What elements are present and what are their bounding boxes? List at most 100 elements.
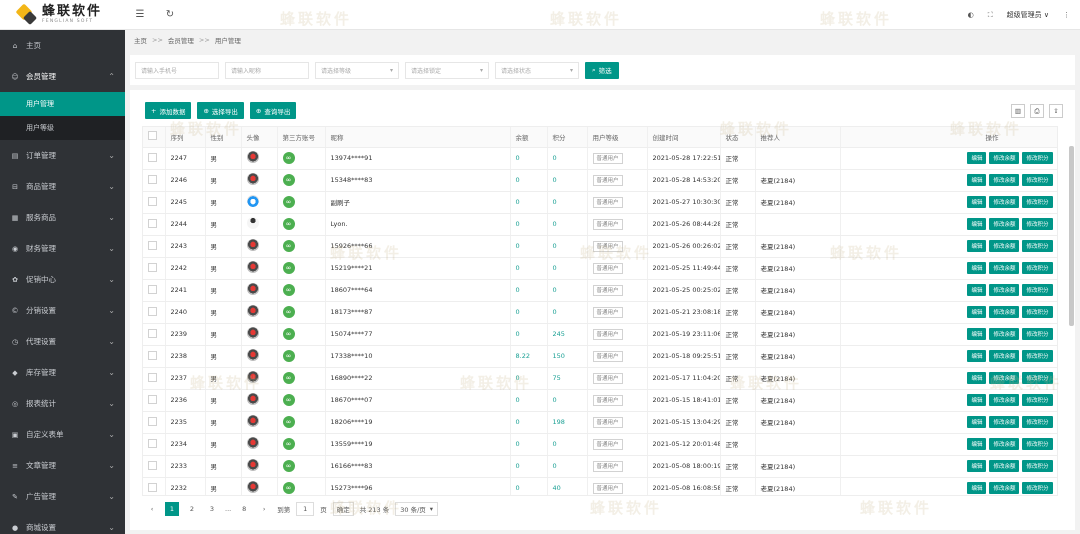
logo[interactable]: 蜂联软件 FENGLIAN SOFT (0, 0, 125, 30)
sidebar-item-8[interactable]: ◷ 代理设置 ⌄ (0, 326, 125, 357)
sidebar-item-7[interactable]: © 分销设置 ⌄ (0, 295, 125, 326)
edit-points-button[interactable]: 修改积分 (1022, 394, 1053, 406)
edit-points-button[interactable]: 修改积分 (1022, 438, 1053, 450)
link-icon[interactable]: ∞ (282, 394, 295, 406)
sidebar-item-12[interactable]: ≡ 文章管理 ⌄ (0, 450, 125, 481)
edit-balance-button[interactable]: 修改余额 (989, 372, 1020, 384)
edit-button[interactable]: 编辑 (967, 196, 987, 208)
edit-points-button[interactable]: 修改积分 (1022, 196, 1053, 208)
sidebar-item-5[interactable]: ◉ 财务管理 ⌄ (0, 233, 125, 264)
row-checkbox[interactable] (148, 218, 157, 228)
link-icon[interactable]: ∞ (282, 196, 295, 208)
sidebar-item-2[interactable]: ▤ 订单管理 ⌄ (0, 140, 125, 171)
page-3[interactable]: 3 (205, 502, 219, 516)
header-cell[interactable]: 第三方账号 (277, 127, 326, 148)
edit-points-button[interactable]: 修改积分 (1022, 372, 1053, 384)
link-icon[interactable]: ∞ (282, 218, 295, 230)
table-scrollbar[interactable] (1069, 146, 1074, 326)
row-checkbox[interactable] (148, 438, 157, 448)
link-icon[interactable]: ∞ (282, 284, 295, 296)
edit-balance-button[interactable]: 修改余额 (989, 460, 1020, 472)
page-last[interactable]: 8 (237, 502, 251, 516)
edit-balance-button[interactable]: 修改余额 (989, 152, 1020, 164)
row-checkbox[interactable] (148, 174, 157, 184)
link-icon[interactable]: ∞ (282, 328, 295, 340)
edit-button[interactable]: 编辑 (967, 438, 987, 450)
edit-button[interactable]: 编辑 (967, 174, 987, 186)
sidebar-item-6[interactable]: ✿ 促销中心 ⌄ (0, 264, 125, 295)
edit-points-button[interactable]: 修改积分 (1022, 460, 1053, 472)
row-checkbox[interactable] (148, 482, 157, 492)
link-icon[interactable]: ∞ (282, 240, 295, 252)
edit-points-button[interactable]: 修改积分 (1022, 174, 1053, 186)
edit-balance-button[interactable]: 修改余额 (989, 306, 1020, 318)
edit-button[interactable]: 编辑 (967, 218, 987, 230)
edit-button[interactable]: 编辑 (967, 350, 987, 362)
row-checkbox[interactable] (148, 416, 157, 426)
link-icon[interactable]: ∞ (282, 372, 295, 384)
sidebar-item-14[interactable]: ● 商城设置 ⌄ (0, 512, 125, 534)
sidebar-item-4[interactable]: ▦ 服务商品 ⌄ (0, 202, 125, 233)
header-cell[interactable]: 推荐人 (755, 127, 841, 148)
edit-balance-button[interactable]: 修改余额 (989, 482, 1020, 494)
link-icon[interactable]: ∞ (282, 306, 295, 318)
row-checkbox[interactable] (148, 240, 157, 250)
theme-icon[interactable]: ◐ (968, 11, 974, 19)
edit-balance-button[interactable]: 修改余额 (989, 174, 1020, 186)
edit-balance-button[interactable]: 修改余额 (989, 438, 1020, 450)
fullscreen-icon[interactable]: ⛶ (988, 11, 993, 20)
row-checkbox[interactable] (148, 372, 157, 382)
header-cell[interactable]: 头像 (241, 127, 278, 148)
row-checkbox[interactable] (148, 284, 157, 294)
export-selected-button[interactable]: ⊕ 选择导出 (197, 102, 244, 119)
edit-points-button[interactable]: 修改积分 (1022, 218, 1053, 230)
link-icon[interactable]: ∞ (282, 152, 295, 164)
edit-points-button[interactable]: 修改积分 (1022, 328, 1053, 340)
header-cell[interactable]: 状态 (720, 127, 756, 148)
edit-button[interactable]: 编辑 (967, 306, 987, 318)
edit-button[interactable]: 编辑 (967, 416, 987, 428)
user-menu[interactable]: 超级管理员 ∨ (1007, 10, 1049, 20)
page-1[interactable]: 1 (165, 502, 179, 516)
select-all-checkbox[interactable] (148, 131, 157, 141)
edit-button[interactable]: 编辑 (967, 460, 987, 472)
breadcrumb-home[interactable]: 主页 (134, 35, 147, 45)
edit-button[interactable]: 编辑 (967, 152, 987, 164)
refresh-icon[interactable]: ↻ (155, 9, 185, 20)
sidebar-item-3[interactable]: ⊟ 商品管理 ⌄ (0, 171, 125, 202)
menu-toggle-icon[interactable]: ☰ (125, 9, 155, 20)
submenu-item-0[interactable]: 用户管理 (0, 92, 125, 116)
header-cell[interactable]: 创建时间 (647, 127, 721, 148)
sidebar-item-10[interactable]: ◎ 报表统计 ⌄ (0, 388, 125, 419)
edit-button[interactable]: 编辑 (967, 262, 987, 274)
edit-points-button[interactable]: 修改积分 (1022, 350, 1053, 362)
edit-points-button[interactable]: 修改积分 (1022, 284, 1053, 296)
header-cell[interactable]: 性别 (205, 127, 242, 148)
breadcrumb-member[interactable]: 会员管理 (168, 35, 194, 45)
phone-input[interactable]: 请输入手机号 (135, 61, 219, 79)
columns-icon[interactable]: ▥ (1011, 104, 1025, 118)
header-cell[interactable]: 积分 (547, 127, 588, 148)
row-checkbox[interactable] (148, 152, 157, 162)
link-icon[interactable]: ∞ (282, 438, 295, 450)
export-file-icon[interactable]: ⇪ (1049, 104, 1063, 118)
link-icon[interactable]: ∞ (282, 460, 295, 472)
level-select[interactable]: 请选择等级 ▾ (315, 61, 399, 79)
edit-balance-button[interactable]: 修改余额 (989, 262, 1020, 274)
header-cell[interactable]: 用户等级 (587, 127, 648, 148)
sidebar-item-1[interactable]: ☺ 会员管理 ⌃ (0, 61, 125, 92)
header-cell[interactable]: 序列 (165, 127, 206, 148)
header-cell[interactable]: 昵称 (325, 127, 511, 148)
link-icon[interactable]: ∞ (282, 262, 295, 274)
sidebar-item-11[interactable]: ▣ 自定义表单 ⌄ (0, 419, 125, 450)
prev-page-icon[interactable]: ‹ (145, 502, 159, 516)
edit-button[interactable]: 编辑 (967, 284, 987, 296)
row-checkbox[interactable] (148, 350, 157, 360)
link-icon[interactable]: ∞ (282, 350, 295, 362)
search-button[interactable]: ⌕ 筛选 (585, 61, 619, 79)
link-icon[interactable]: ∞ (282, 174, 295, 186)
sidebar-item-9[interactable]: ◆ 库存管理 ⌄ (0, 357, 125, 388)
goto-page-input[interactable]: 1 (296, 502, 315, 516)
page-size-select[interactable]: 30 条/页 ▾ (395, 502, 439, 516)
row-checkbox[interactable] (148, 460, 157, 470)
